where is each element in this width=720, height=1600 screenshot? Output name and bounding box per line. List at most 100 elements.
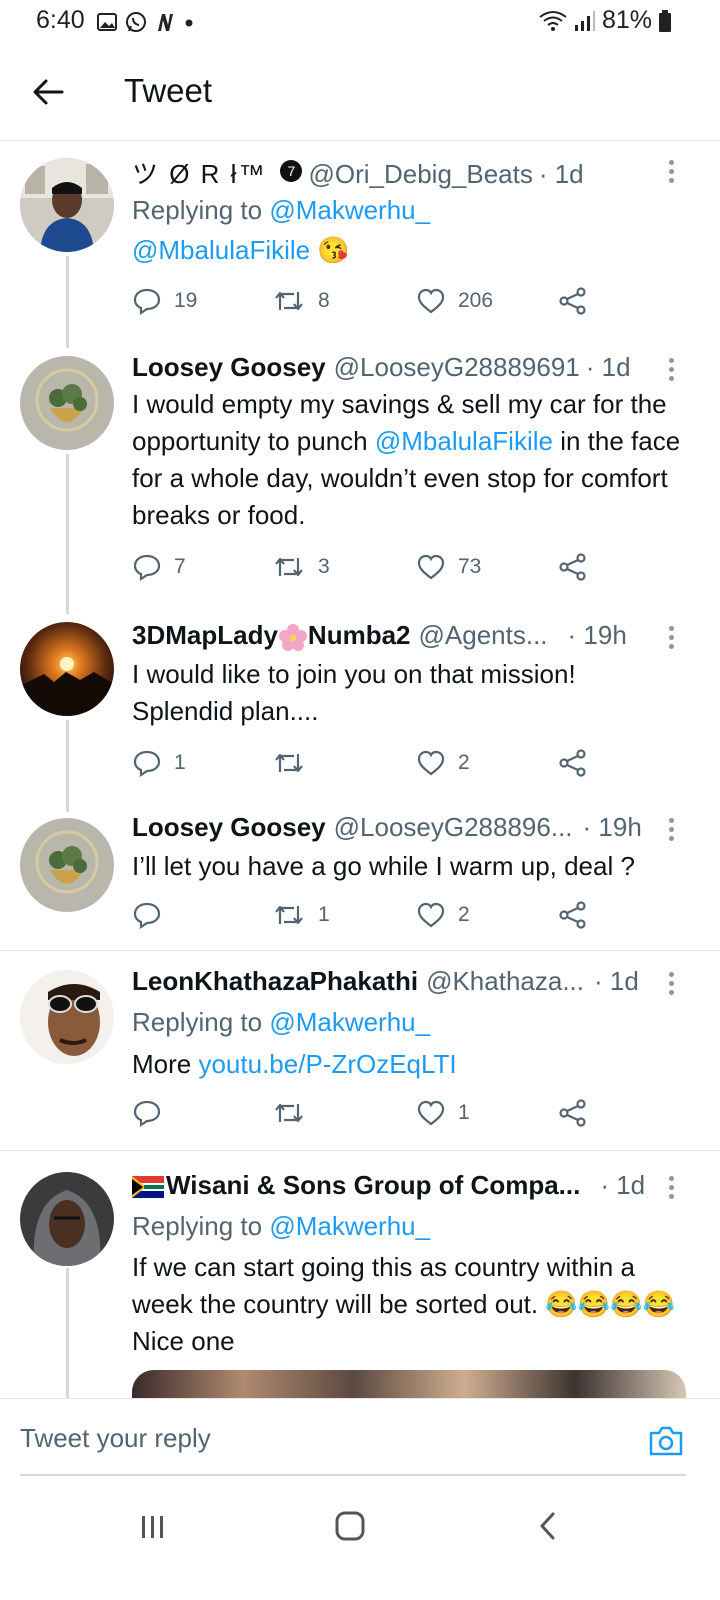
avatar-image — [20, 356, 114, 450]
like-count: 2 — [458, 751, 470, 774]
back-arrow-icon[interactable] — [30, 74, 66, 110]
avatar[interactable] — [20, 158, 114, 252]
tweet-media-image[interactable] — [132, 1370, 686, 1398]
reply-button[interactable] — [132, 1098, 174, 1128]
like-button[interactable]: 1 — [416, 1098, 470, 1128]
share-icon — [559, 553, 586, 581]
more-options-icon[interactable] — [668, 160, 676, 186]
replying-prefix: Replying to — [132, 1007, 263, 1037]
handle[interactable]: @Agents... — [419, 620, 548, 651]
reply-icon — [133, 902, 161, 930]
avatar[interactable] — [20, 970, 114, 1064]
mention-link[interactable]: @MbalulaFikile — [375, 426, 553, 456]
tweet-actions: 1 — [132, 1098, 612, 1132]
reply-icon — [133, 554, 161, 582]
avatar[interactable] — [20, 622, 114, 716]
gallery-icon — [97, 13, 117, 31]
retweet-count: 8 — [318, 289, 330, 312]
replying-to-link[interactable]: @Makwerhu_ — [269, 1211, 430, 1241]
page-title: Tweet — [124, 72, 213, 109]
retweet-button[interactable] — [272, 748, 318, 778]
like-button[interactable]: 206 — [416, 286, 493, 316]
reply-input[interactable]: Tweet your reply — [20, 1423, 211, 1454]
share-button[interactable] — [558, 748, 588, 778]
back-nav-icon[interactable] — [534, 1510, 562, 1542]
dot-icon — [185, 19, 193, 27]
avatar[interactable] — [20, 1172, 114, 1266]
display-name[interactable]: Loosey Goosey — [132, 352, 326, 383]
display-name[interactable]: ツ Ø R ł™ — [132, 154, 266, 191]
avatar[interactable] — [20, 356, 114, 450]
signal-icon — [574, 10, 595, 31]
share-button[interactable] — [558, 1098, 588, 1128]
like-count: 73 — [458, 555, 482, 578]
avatar[interactable] — [20, 818, 114, 912]
replying-to-line: Replying to @Makwerhu_ — [132, 1004, 692, 1041]
thread-line — [66, 1268, 69, 1398]
handle[interactable]: @Khathaza... — [426, 966, 584, 997]
tweet-actions: 1 2 — [132, 748, 612, 782]
thread-line — [66, 720, 69, 812]
retweet-count: 3 — [318, 555, 330, 578]
reply-button[interactable] — [132, 900, 174, 930]
tweet-header: 3DMapLady Numba2 @Agents... · 19h — [132, 620, 660, 654]
replying-to-link[interactable]: @Makwerhu_ — [269, 195, 430, 225]
replying-to-link[interactable]: @Makwerhu_ — [269, 1007, 430, 1037]
retweet-button[interactable]: 3 — [272, 552, 330, 582]
like-button[interactable]: 2 — [416, 900, 470, 930]
more-options-icon[interactable] — [668, 358, 676, 384]
tweet-header: LeonKhathazaPhakathi @Khathaza... · 1d — [132, 966, 660, 1000]
tweet-header: Wisani & Sons Group of Compa... · 1d — [132, 1170, 660, 1204]
like-button[interactable]: 73 — [416, 552, 481, 582]
reply-button[interactable]: 19 — [132, 286, 197, 316]
divider — [0, 950, 720, 951]
netflix-icon — [158, 14, 173, 31]
more-options-icon[interactable] — [668, 626, 676, 652]
system-nav-bar — [0, 1478, 720, 1600]
handle[interactable]: @Ori_Debig_Beats — [308, 159, 532, 190]
like-count: 1 — [458, 1101, 470, 1124]
reply-composer: Tweet your reply — [0, 1398, 720, 1479]
wifi-icon — [539, 10, 567, 31]
share-button[interactable] — [558, 286, 588, 316]
like-button[interactable]: 2 — [416, 748, 470, 778]
heart-icon — [417, 902, 445, 928]
recent-apps-icon[interactable] — [138, 1512, 168, 1542]
more-options-icon[interactable] — [668, 1176, 676, 1202]
timestamp: · 1d — [594, 966, 639, 996]
mention-link[interactable]: @MbalulaFikile — [132, 235, 310, 265]
divider — [0, 1150, 720, 1151]
reply-button[interactable]: 7 — [132, 552, 186, 582]
reply-icon — [133, 288, 161, 316]
handle[interactable]: @LooseyG28889691 — [334, 352, 580, 383]
tweet-actions: 1 2 — [132, 900, 612, 934]
home-icon[interactable] — [334, 1510, 366, 1542]
display-name[interactable]: Wisani & Sons Group of Compa... — [166, 1170, 580, 1201]
display-name[interactable]: Loosey Goosey — [132, 812, 326, 843]
more-options-icon[interactable] — [668, 818, 676, 844]
youtube-link[interactable]: youtu.be/P-ZrOzEqLTI — [198, 1049, 456, 1079]
retweet-count: 1 — [318, 903, 330, 926]
status-bar: 6:40 81% — [0, 0, 720, 46]
share-button[interactable] — [558, 900, 588, 930]
share-icon — [559, 749, 586, 777]
tweet-header: Loosey Goosey @LooseyG288896... · 19h — [132, 812, 660, 846]
share-icon — [559, 287, 586, 315]
retweet-button[interactable]: 1 — [272, 900, 330, 930]
display-name[interactable]: LeonKhathazaPhakathi — [132, 966, 418, 997]
camera-icon[interactable] — [648, 1425, 684, 1457]
reply-button[interactable]: 1 — [132, 748, 186, 778]
status-right: 81% — [538, 6, 672, 35]
more-options-icon[interactable] — [668, 972, 676, 998]
battery-icon — [659, 9, 671, 32]
replying-prefix: Replying to — [132, 195, 263, 225]
retweet-icon — [275, 753, 303, 773]
status-time: 6:40 — [36, 6, 85, 34]
retweet-button[interactable] — [272, 1098, 318, 1128]
display-name-part[interactable]: Numba2 — [308, 620, 411, 651]
tweet-text-before: More — [132, 1049, 199, 1079]
retweet-button[interactable]: 8 — [272, 286, 330, 316]
display-name-part[interactable]: 3DMapLady — [132, 620, 278, 651]
handle[interactable]: @LooseyG288896... — [334, 812, 573, 843]
share-button[interactable] — [558, 552, 588, 582]
